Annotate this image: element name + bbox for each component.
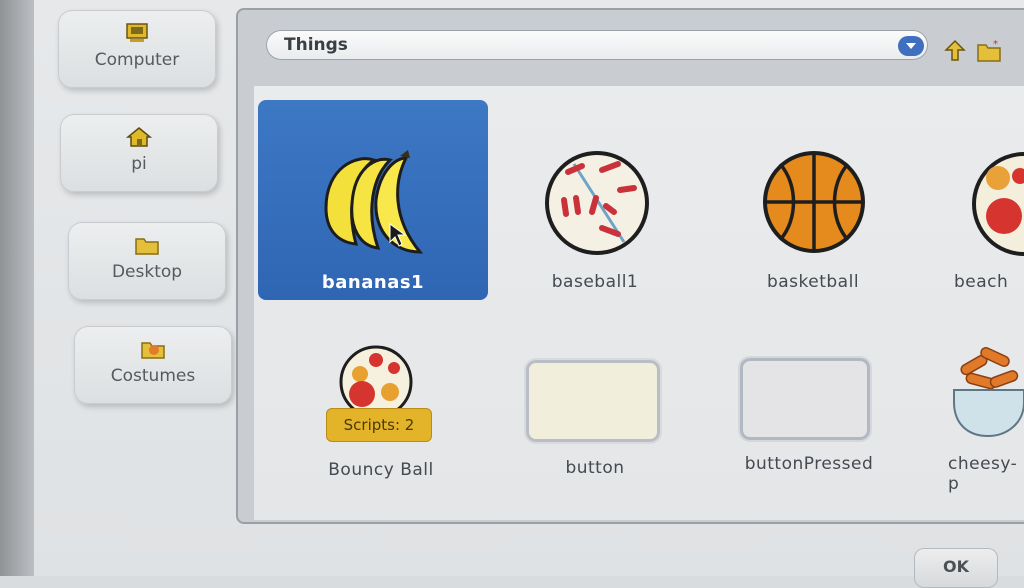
file-item-baseball1[interactable]: baseball1: [480, 100, 710, 300]
costumes-icon: [141, 342, 165, 359]
item-label: Bouncy Ball: [328, 460, 434, 480]
new-folder-icon[interactable]: *: [976, 38, 1002, 64]
beach-ball-thumbnail: [972, 152, 1024, 256]
item-label: buttonPressed: [744, 454, 874, 474]
file-item-bananas1[interactable]: bananas1: [258, 100, 488, 300]
scripts-count-badge: Scripts: 2: [326, 408, 432, 442]
file-item-beach[interactable]: beach: [914, 100, 1024, 300]
path-dropdown-button[interactable]: [898, 36, 924, 56]
item-label: basketball: [766, 272, 860, 292]
location-label: Desktop: [111, 262, 183, 282]
file-item-buttonpressed[interactable]: buttonPressed: [694, 330, 924, 530]
ok-button[interactable]: OK: [914, 548, 998, 588]
home-icon: [126, 127, 152, 147]
computer-icon: [126, 23, 148, 42]
button-thumbnail: [526, 360, 660, 442]
path-dropdown[interactable]: Things: [266, 30, 928, 60]
item-label: cheesy-p: [948, 454, 1018, 494]
path-value: Things: [284, 35, 348, 55]
item-label: bananas1: [321, 272, 425, 293]
bananas-thumbnail: [324, 150, 424, 254]
svg-text:*: *: [993, 39, 998, 50]
location-label: pi: [131, 154, 147, 174]
chevron-down-icon: [906, 43, 916, 49]
file-item-basketball[interactable]: basketball: [698, 100, 928, 300]
location-computer[interactable]: Computer: [58, 10, 216, 88]
location-pi[interactable]: pi: [60, 114, 218, 192]
cheesy-puffs-thumbnail: [953, 347, 1024, 438]
button-pressed-thumbnail: [740, 358, 870, 440]
mouse-cursor-icon: [389, 223, 407, 247]
basketball-thumbnail: [763, 151, 865, 253]
file-item-cheesy-puffs[interactable]: cheesy-p: [914, 330, 1024, 530]
item-label: baseball1: [551, 272, 639, 292]
item-label: beach: [954, 272, 1009, 292]
baseball-thumbnail: [545, 151, 649, 255]
location-label: Costumes: [110, 366, 196, 386]
location-label: Computer: [94, 50, 180, 70]
location-costumes[interactable]: Costumes: [74, 326, 232, 404]
item-label: button: [565, 458, 625, 478]
location-desktop[interactable]: Desktop: [68, 222, 226, 300]
up-arrow-icon[interactable]: [942, 38, 968, 64]
folder-icon: [135, 238, 159, 255]
file-item-button[interactable]: button: [480, 330, 710, 530]
